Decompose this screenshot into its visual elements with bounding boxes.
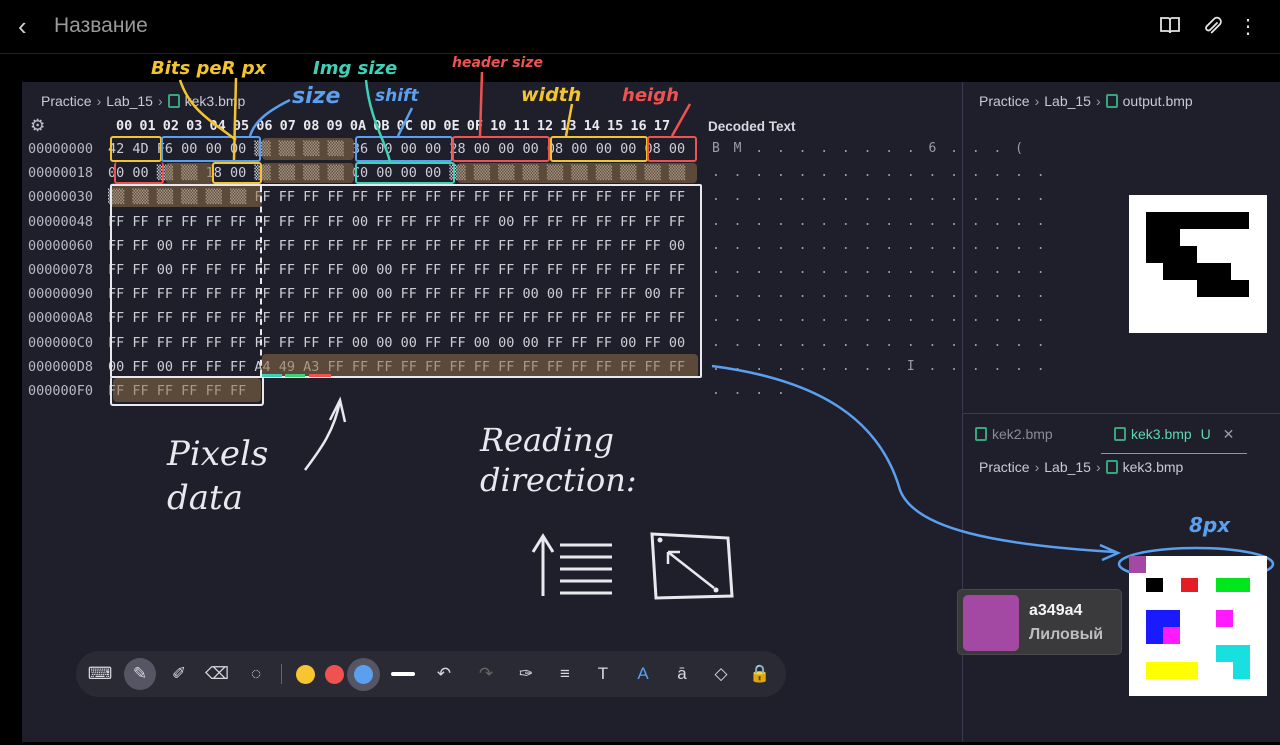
breadcrumb-file[interactable]: kek3.bmp	[1123, 459, 1184, 475]
tab-label: kek2.bmp	[992, 426, 1053, 442]
kek3-bmp-image	[1129, 556, 1267, 696]
file-icon	[975, 427, 987, 441]
text-style-icon[interactable]: A	[629, 660, 657, 688]
file-icon	[1105, 94, 1118, 108]
text-icon[interactable]: T	[589, 660, 617, 688]
keyboard-icon[interactable]: ⌨	[86, 660, 114, 688]
color-swatch	[963, 595, 1019, 651]
highlighter-icon[interactable]: ✐	[165, 660, 193, 688]
color-name: Лиловый	[1029, 626, 1104, 643]
color-hex: a349a4	[1029, 602, 1083, 619]
redo-icon[interactable]: ↷	[472, 660, 500, 688]
output-breadcrumb: Practice › Lab_15 › output.bmp	[979, 93, 1193, 109]
tab-kek2[interactable]: kek2.bmp	[975, 426, 1053, 450]
color-red[interactable]	[325, 665, 344, 684]
stroke-width-icon[interactable]	[391, 672, 415, 676]
eraser-icon[interactable]: ⌫	[203, 660, 231, 688]
tab-status: U	[1200, 426, 1211, 442]
output-bmp-image	[1129, 195, 1267, 333]
drawing-toolbar: ⌨ ✎ ✐ ⌫ ◌ ↶ ↷ ✑ ≡ T A ā ◇ 🔒	[76, 651, 786, 697]
tab-label: kek3.bmp	[1131, 426, 1192, 442]
breadcrumb-folder[interactable]: Lab_15	[1044, 459, 1091, 475]
tab-kek3[interactable]: kek3.bmp U ✕	[1114, 426, 1234, 450]
color-swatch-card: a349a4 Лиловый	[957, 589, 1122, 655]
breadcrumb-root[interactable]: Practice	[979, 459, 1030, 475]
pen-icon[interactable]: ✎	[124, 658, 156, 690]
breadcrumb-folder[interactable]: Lab_15	[1044, 93, 1091, 109]
shapes-icon[interactable]: ◇	[707, 660, 735, 688]
text-box-icon[interactable]: ā	[668, 660, 696, 688]
breadcrumb-root[interactable]: Practice	[979, 93, 1030, 109]
lasso-icon[interactable]: ◌	[242, 660, 270, 688]
color-yellow[interactable]	[296, 665, 315, 684]
color-blue[interactable]	[354, 665, 373, 684]
kek3-breadcrumb: Practice › Lab_15 › kek3.bmp	[979, 459, 1184, 475]
align-icon[interactable]: ≡	[551, 660, 579, 688]
close-icon[interactable]: ✕	[1223, 426, 1235, 442]
breadcrumb-file[interactable]: output.bmp	[1123, 93, 1193, 109]
pen-settings-icon[interactable]: ✑	[512, 660, 540, 688]
file-icon	[1114, 427, 1126, 441]
undo-icon[interactable]: ↶	[430, 660, 458, 688]
file-icon	[1105, 460, 1118, 474]
toolbar-divider	[281, 664, 282, 684]
lock-icon[interactable]: 🔒	[746, 660, 774, 688]
